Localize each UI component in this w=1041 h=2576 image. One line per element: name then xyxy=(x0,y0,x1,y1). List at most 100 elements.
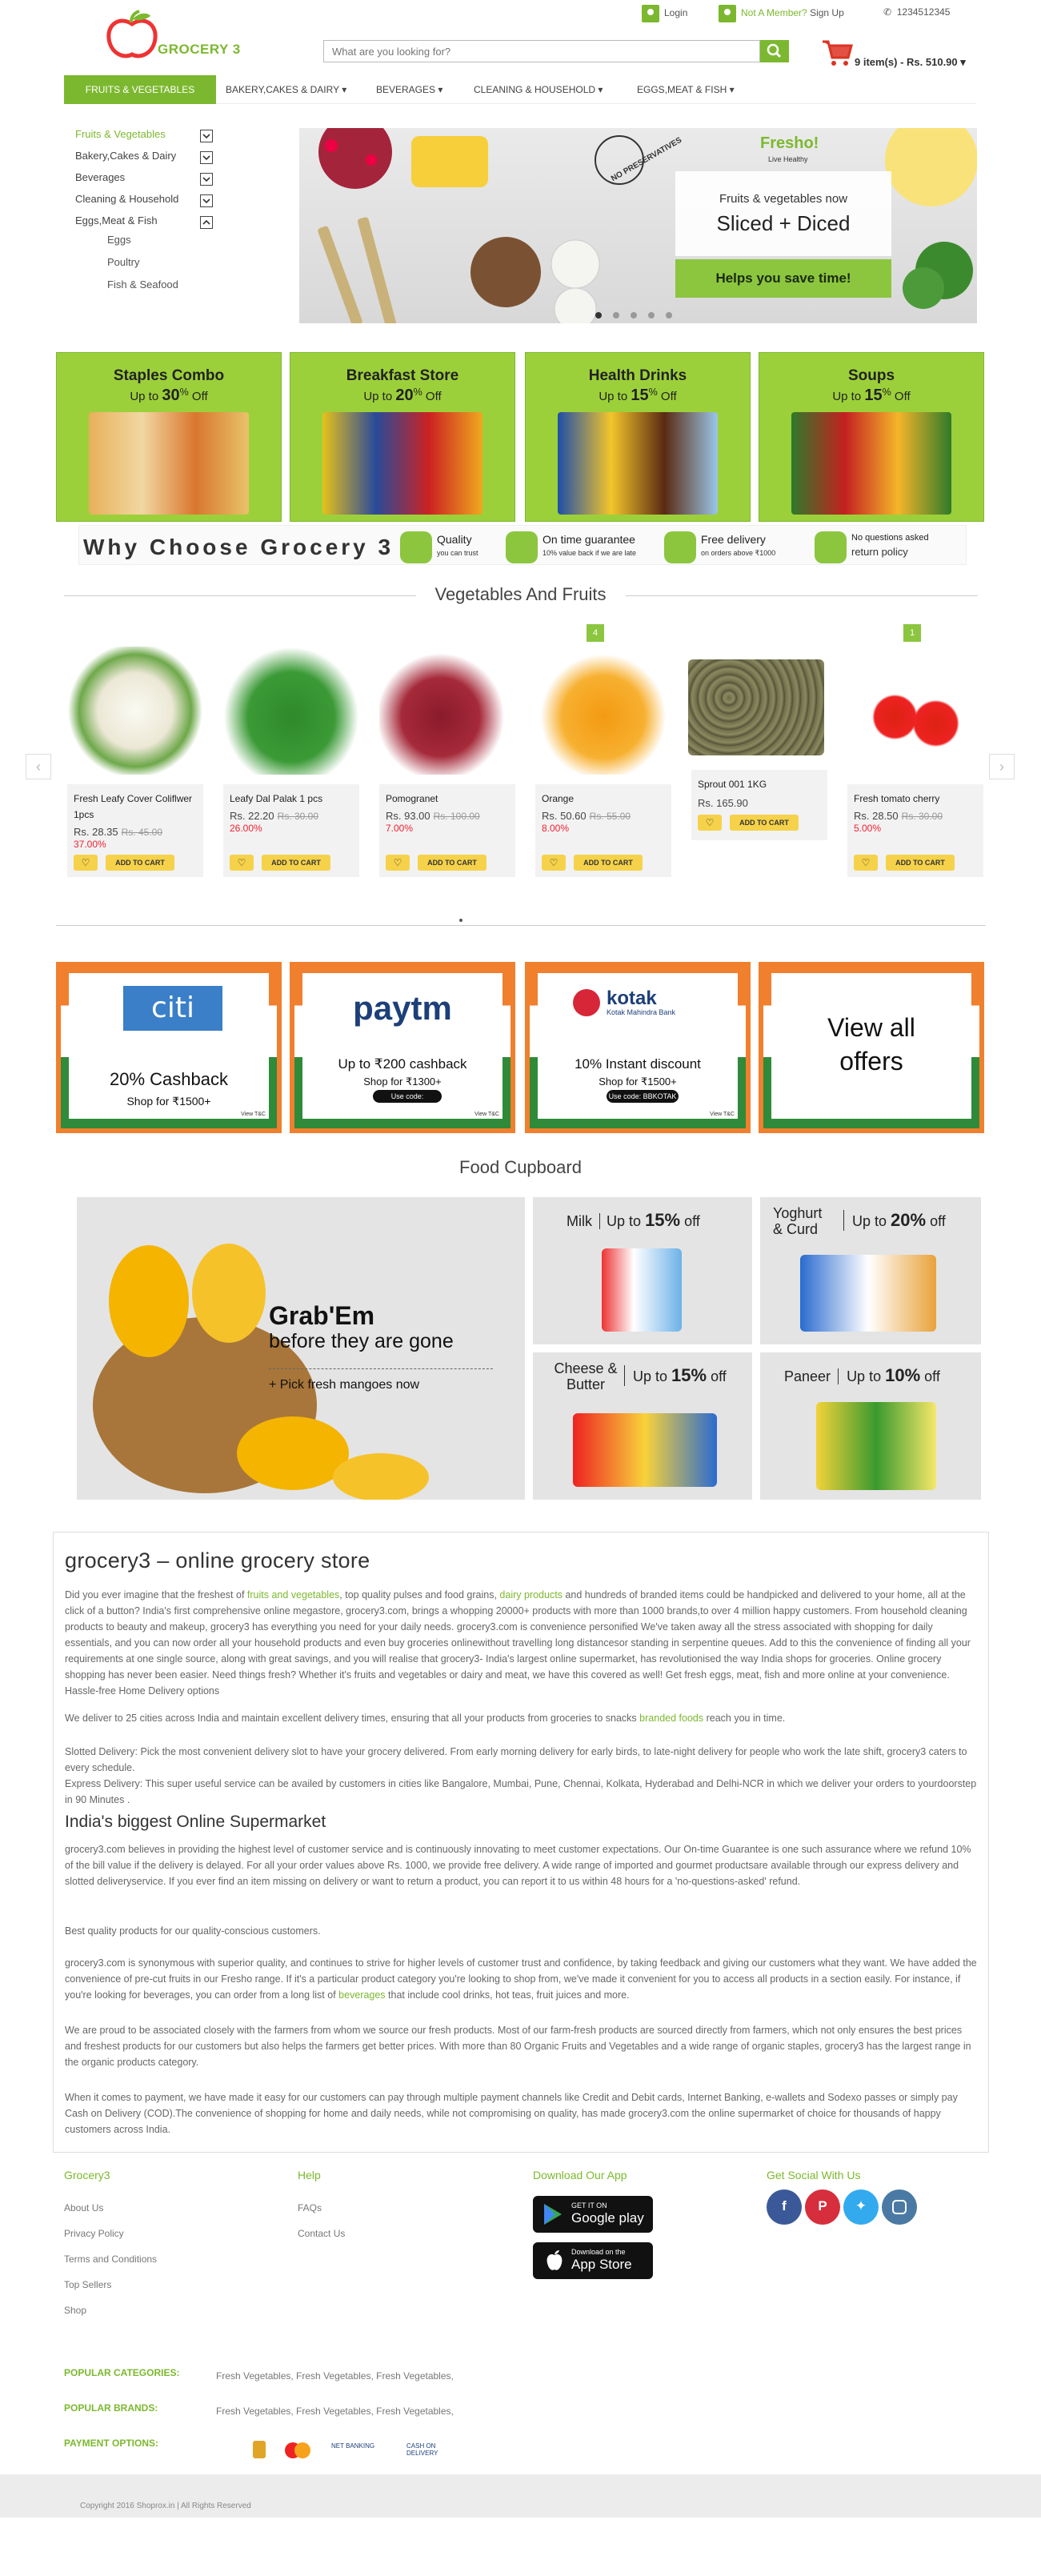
wishlist-button[interactable]: ♡ xyxy=(74,855,98,871)
promo-soups[interactable]: Soups Up to 15% Off xyxy=(759,352,984,522)
app-store-button[interactable]: Download on the App Store xyxy=(533,2242,653,2279)
offer-kotak[interactable]: kotak Kotak Mahindra Bank 10% Instant di… xyxy=(525,962,751,1133)
footer-link-about[interactable]: About Us xyxy=(64,2202,103,2213)
expand-toggle[interactable] xyxy=(200,194,213,207)
signup-link[interactable]: Not A Member? Sign Up xyxy=(719,5,844,22)
mango-banner[interactable]: Grab'Em before they are gone + Pick fres… xyxy=(77,1197,525,1500)
terms-link[interactable]: View T&C xyxy=(241,1112,266,1117)
popular-categories-list[interactable]: Fresh Vegetables, Fresh Vegetables, Fres… xyxy=(216,2370,454,2382)
tile-cheese[interactable]: Cheese & Butter Up to 15% off xyxy=(533,1352,752,1500)
wishlist-button[interactable]: ♡ xyxy=(698,815,722,831)
why-subtext: on orders above ₹1000 xyxy=(701,549,776,557)
terms-link[interactable]: View T&C xyxy=(474,1112,499,1117)
nav-cleaning[interactable]: CLEANING & HOUSEHOLD ▾ xyxy=(464,75,612,104)
promo-health-drinks[interactable]: Health Drinks Up to 15% Off xyxy=(525,352,751,522)
sidebar-item-bakery[interactable]: Bakery,Cakes & Dairy xyxy=(75,150,176,166)
google-play-button[interactable]: GET IT ON Google play xyxy=(533,2196,653,2233)
sidebar-subitem-eggs[interactable]: Eggs xyxy=(107,234,131,246)
footer-link-faqs[interactable]: FAQs xyxy=(298,2202,322,2213)
nav-eggs-meat[interactable]: EGGS,MEAT & FISH ▾ xyxy=(627,75,744,104)
expand-toggle[interactable] xyxy=(200,151,213,164)
paneer-products-image xyxy=(816,1402,936,1490)
nav-fruits-vegetables[interactable]: FRUITS & VEGETABLES xyxy=(64,75,216,104)
carousel-next-button[interactable]: › xyxy=(989,754,1015,779)
tile-pct: 10% xyxy=(885,1365,921,1385)
wishlist-button[interactable]: ♡ xyxy=(230,855,254,871)
twitter-link[interactable]: ✦ xyxy=(843,2189,879,2225)
expand-toggle[interactable] xyxy=(200,173,213,186)
chevron-up-icon xyxy=(202,219,210,225)
tile-prefix: Up to xyxy=(633,1368,668,1384)
search-input[interactable] xyxy=(324,41,759,62)
carousel-dot[interactable] xyxy=(631,312,637,318)
footer-link-privacy[interactable]: Privacy Policy xyxy=(64,2228,124,2239)
product-card[interactable]: Fresh Leafy Cover Coliflwer 1pcs Rs. 28.… xyxy=(64,640,206,877)
wishlist-button[interactable]: ♡ xyxy=(542,855,566,871)
about-paragraph-6: Best quality products for our quality-co… xyxy=(65,1925,321,1937)
tile-yoghurt[interactable]: Yoghurt & Curd Up to 20% off xyxy=(760,1197,981,1344)
beverages-link[interactable]: beverages xyxy=(338,1989,385,2001)
nav-bakery[interactable]: BAKERY,CAKES & DAIRY ▾ xyxy=(216,75,356,104)
footer-link-top-sellers[interactable]: Top Sellers xyxy=(64,2279,111,2290)
sidebar-item-fruits[interactable]: Fruits & Vegetables xyxy=(75,128,166,144)
carousel-dot[interactable] xyxy=(613,312,619,318)
carousel-prev-button[interactable]: ‹ xyxy=(26,754,51,779)
login-link[interactable]: Login xyxy=(642,5,687,22)
hero-cta-label: Helps you save time! xyxy=(715,270,851,286)
heart-icon: ♡ xyxy=(393,857,402,868)
sidebar-item-beverages[interactable]: Beverages xyxy=(75,171,125,187)
sidebar-subitem-poultry[interactable]: Poultry xyxy=(107,256,139,268)
hero-line2: Sliced + Diced xyxy=(716,211,851,235)
add-to-cart-button[interactable]: ADD TO CART xyxy=(418,855,486,871)
cart-summary[interactable]: 9 item(s) - Rs. 510.90 ▾ xyxy=(855,56,966,69)
product-card[interactable]: Sprout 001 1KG Rs. 165.90 ♡ ADD TO CART xyxy=(688,640,831,877)
sidebar-item-eggs-meat[interactable]: Eggs,Meat & Fish xyxy=(75,214,158,230)
add-to-cart-button[interactable]: ADD TO CART xyxy=(262,855,330,871)
fruits-vegetables-link[interactable]: fruits and vegetables xyxy=(247,1589,339,1600)
carousel-dot[interactable] xyxy=(666,312,672,318)
product-card[interactable]: Leafy Dal Palak 1 pcs Rs. 22.20 Rs. 30.00… xyxy=(220,640,362,877)
dairy-products-link[interactable]: dairy products xyxy=(499,1589,563,1600)
add-to-cart-button[interactable]: ADD TO CART xyxy=(886,855,955,871)
promo-staples-combo[interactable]: Staples Combo Up to 30% Off xyxy=(56,352,282,522)
product-image-sprout xyxy=(688,659,824,755)
tile-paneer[interactable]: Paneer Up to 10% off xyxy=(760,1352,981,1500)
expand-toggle[interactable] xyxy=(200,130,213,142)
promo-breakfast-store[interactable]: Breakfast Store Up to 20% Off xyxy=(290,352,515,522)
tile-milk[interactable]: Milk Up to 15% off xyxy=(533,1197,752,1344)
wishlist-button[interactable]: ♡ xyxy=(854,855,878,871)
carousel-dot[interactable] xyxy=(648,312,655,318)
old-price: Rs. 30.00 xyxy=(901,811,943,822)
why-heading: Quality xyxy=(437,533,472,546)
product-info: Leafy Dal Palak 1 pcs Rs. 22.20 Rs. 30.00… xyxy=(223,784,359,877)
nav-beverages[interactable]: BEVERAGES ▾ xyxy=(366,75,452,104)
search-button[interactable] xyxy=(760,40,789,62)
collapse-toggle[interactable] xyxy=(200,216,213,229)
hero-cta[interactable]: Helps you save time! xyxy=(675,259,891,298)
sidebar-item-cleaning[interactable]: Cleaning & Household xyxy=(75,193,178,209)
popular-brands-list[interactable]: Fresh Vegetables, Fresh Vegetables, Fres… xyxy=(216,2406,454,2417)
facebook-link[interactable]: f xyxy=(767,2189,802,2225)
pinterest-link[interactable]: P xyxy=(805,2189,840,2225)
terms-link[interactable]: View T&C xyxy=(710,1112,735,1117)
view-all-offers[interactable]: View all offers xyxy=(759,962,984,1133)
instagram-link[interactable] xyxy=(882,2189,917,2225)
offer-citi[interactable]: citi 20% Cashback Shop for ₹1500+ View T… xyxy=(56,962,282,1133)
brand-name[interactable]: GROCERY 3 xyxy=(158,42,241,58)
chevron-down-icon xyxy=(202,155,210,161)
footer-link-contact[interactable]: Contact Us xyxy=(298,2228,345,2239)
product-card[interactable]: 1 Fresh tomato cherry Rs. 28.50 Rs. 30.00… xyxy=(844,624,987,877)
offer-paytm[interactable]: paytm Up to ₹200 cashback Shop for ₹1300… xyxy=(290,962,515,1133)
footer-link-shop[interactable]: Shop xyxy=(64,2305,86,2316)
add-to-cart-button[interactable]: ADD TO CART xyxy=(574,855,643,871)
add-to-cart-button[interactable]: ADD TO CART xyxy=(730,815,799,831)
add-to-cart-button[interactable]: ADD TO CART xyxy=(106,855,174,871)
sidebar-subitem-fish[interactable]: Fish & Seafood xyxy=(107,278,178,290)
branded-foods-link[interactable]: branded foods xyxy=(639,1713,703,1724)
offer-headline: 20% Cashback xyxy=(110,1069,228,1089)
footer-link-terms[interactable]: Terms and Conditions xyxy=(64,2253,157,2265)
carousel-dot[interactable] xyxy=(595,312,602,318)
product-card[interactable]: Pomogranet Rs. 93.00 Rs. 100.00 7.00% ♡ A… xyxy=(376,640,518,877)
product-card[interactable]: 4 Orange Rs. 50.60 Rs. 55.00 8.00% ♡ ADD … xyxy=(532,624,675,877)
wishlist-button[interactable]: ♡ xyxy=(386,855,410,871)
